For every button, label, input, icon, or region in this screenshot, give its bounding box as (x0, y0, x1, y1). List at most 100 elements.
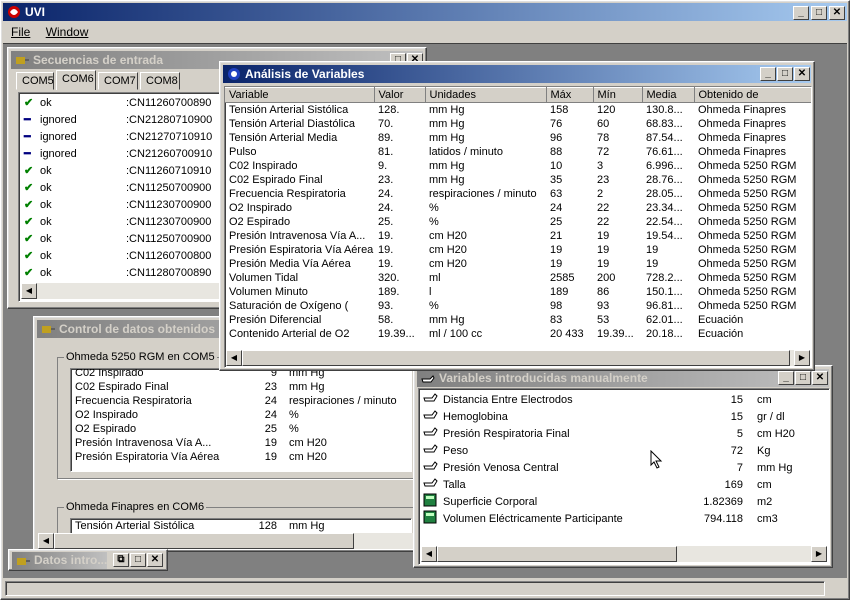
table-cell: Tensión Arterial Media (229, 132, 338, 144)
list-item[interactable]: Distancia Entre Electrodos 15 cm (419, 391, 795, 408)
table-cell: 200 (597, 272, 616, 284)
table-cell: 19.54... (646, 230, 683, 242)
app-close-button[interactable]: ✕ (829, 6, 845, 20)
list-item[interactable]: Presión Respiratoria Final 5 cm H20 (419, 425, 795, 442)
analisis-hscroll[interactable]: ◀ ▶ (226, 350, 810, 366)
table-row[interactable]: Presión Intravenosa Vía A... 19. cm H20 21 1… (225, 229, 811, 243)
column-header[interactable]: Unidades (425, 87, 547, 103)
table-cell: 93. (378, 300, 394, 312)
list-item[interactable]: Superficie Corporal 1.82369 m2 (419, 493, 795, 510)
column-header[interactable]: Valor (374, 87, 426, 103)
list-item[interactable]: Peso 72 Kg (419, 442, 795, 459)
table-row[interactable]: O2 Espirado 25.% 25 22 22.54... Ohmeda 5250 R… (225, 215, 811, 229)
manuales-min-button[interactable]: _ (778, 371, 794, 385)
tab-com7[interactable]: COM7 (98, 72, 138, 90)
icon-cell (419, 510, 439, 527)
table-row[interactable]: C02 Espirado Final 23. mm Hg 35 23 28.76... Oh… (225, 173, 811, 187)
table-cell: 19 (550, 258, 563, 270)
table-row: O2 Espirado 25% (71, 422, 397, 436)
table-row[interactable]: Presión Espiratoria Vía Aérea 19. cm H20 19… (225, 243, 811, 257)
app-maximize-button[interactable]: □ (811, 6, 827, 20)
manuales-max-button[interactable]: □ (795, 371, 811, 385)
table-row[interactable]: Frecuencia Respiratoria 24. respiraciones … (225, 187, 811, 201)
variable-name: Presión Respiratoria Final (443, 427, 570, 440)
column-header[interactable]: Media (642, 87, 695, 103)
table-cell: % (429, 216, 439, 228)
analisis-min-button[interactable]: _ (760, 67, 776, 81)
table-row[interactable]: Saturación de Oxígeno (93.% 98 93 96.81... O… (225, 299, 811, 313)
analisis-titlebar[interactable]: Análisis de Variables (223, 65, 811, 83)
table-row[interactable]: C02 Inspirado 9. mm Hg 10 3 6.996... Ohmeda 52… (225, 159, 811, 173)
list-item[interactable]: Talla 169 cm (419, 476, 795, 493)
table-row[interactable]: Contenido Arterial de O2 19.39... ml / 100… (225, 327, 811, 341)
variable-unit: mm Hg (757, 461, 793, 474)
tab-com8[interactable]: COM8 (140, 72, 180, 90)
analisis-close-button[interactable]: ✕ (794, 67, 810, 81)
manuales-hscroll[interactable]: ◀ ▶ (421, 546, 827, 562)
scroll-right-button[interactable]: ▶ (811, 546, 827, 562)
menu-window[interactable]: Window (46, 25, 89, 39)
table-row[interactable]: Presión Media Vía Aérea 19. cm H20 19 19 19 Oh… (225, 257, 811, 271)
sequence-code: :CN11230700900 (126, 216, 212, 228)
analisis-max-button[interactable]: □ (777, 67, 793, 81)
column-header[interactable]: Máx (546, 87, 594, 103)
table-row[interactable]: Volumen Tidal 320. ml 2585 200 728.2... Ohmeda… (225, 271, 811, 285)
tab-com5[interactable]: COM5 (16, 72, 54, 90)
table-cell: 93 (597, 300, 610, 312)
column-header[interactable]: Variable (225, 87, 375, 103)
table-cell: O2 Inspirado (229, 202, 292, 214)
variable-value: 24 (264, 409, 277, 421)
list-item[interactable]: Hemoglobina 15 gr / dl (419, 408, 795, 425)
scroll-left-button[interactable]: ◀ (421, 546, 437, 562)
analysis-icon (228, 68, 240, 80)
scroll-thumb[interactable] (437, 546, 677, 562)
scroll-left-button[interactable]: ◀ (21, 283, 37, 299)
variable-value: 23 (264, 381, 277, 393)
scroll-right-button[interactable]: ▶ (794, 350, 810, 366)
scroll-left-button[interactable]: ◀ (226, 350, 242, 366)
table-row[interactable]: Tensión Arterial Diastólica 70. mm Hg 76 60 6… (225, 117, 811, 131)
list-item[interactable]: Presión Venosa Central 7 mm Hg (419, 459, 795, 476)
sequence-status: ok (40, 165, 52, 177)
scroll-thumb[interactable] (54, 533, 354, 549)
variable-value: 25 (264, 423, 277, 435)
scroll-left-button[interactable]: ◀ (38, 533, 54, 549)
variable-name: C02 Espirado Final (75, 381, 169, 393)
table-cell: Tensión Arterial Sistólica (229, 104, 349, 116)
datos-close-button[interactable]: ✕ (147, 553, 163, 567)
menu-file[interactable]: File (11, 25, 30, 39)
manuales-close-button[interactable]: ✕ (812, 371, 828, 385)
table-row[interactable]: Presión Diferencial 58. mm Hg 83 53 62.01... E… (225, 313, 811, 327)
list-item[interactable]: Volumen Eléctricamente Participante 794.1… (419, 510, 795, 527)
column-header[interactable]: Obtenido de (694, 87, 811, 103)
plug-icon (16, 57, 29, 64)
table-row[interactable]: Tensión Arterial Media 89. mm Hg 96 78 87.54.… (225, 131, 811, 145)
control-hscroll[interactable]: ◀ (38, 533, 414, 549)
variable-unit: cm H20 (289, 451, 327, 463)
app-titlebar[interactable]: UVI (3, 3, 847, 21)
variable-value: 794.118 (704, 512, 743, 525)
datos-minimized-window[interactable]: Datos intro... ⧉ □ ✕ (8, 549, 168, 571)
tab-com6[interactable]: COM6 (56, 70, 96, 90)
variable-value: 15 (730, 410, 743, 423)
app-minimize-button[interactable]: _ (793, 6, 809, 20)
table-row[interactable]: Volumen Minuto 189. l 189 86 150.1... Ohmeda 5… (225, 285, 811, 299)
table-cell: 19.39... (378, 328, 415, 340)
variable-name: Presión Espiratoria Vía Aérea (75, 451, 220, 463)
table-row[interactable]: Tensión Arterial Sistólica 128. mm Hg 158 12… (225, 103, 811, 118)
datos-restore-button[interactable]: ⧉ (113, 553, 129, 567)
table-cell: 76.61... (646, 146, 683, 158)
analisis-title: Análisis de Variables (245, 67, 365, 81)
column-header[interactable]: Mín (593, 87, 643, 103)
datos-titlebar[interactable]: Datos intro... (12, 552, 107, 569)
table-cell: 158 (550, 104, 569, 116)
manuales-titlebar[interactable]: Variables introducidas manualmente (417, 369, 829, 387)
datos-max-button[interactable]: □ (130, 553, 146, 567)
table-row[interactable]: O2 Inspirado 24.% 24 22 23.34... Ohmeda 5250 … (225, 201, 811, 215)
variable-value: 128 (258, 520, 277, 532)
variable-unit: % (289, 409, 299, 421)
hand-icon (423, 461, 438, 470)
scroll-thumb[interactable] (242, 350, 790, 366)
table-cell: 19.39... (597, 328, 634, 340)
table-row[interactable]: Pulso 81. latidos / minuto 88 72 76.61... Ohme… (225, 145, 811, 159)
